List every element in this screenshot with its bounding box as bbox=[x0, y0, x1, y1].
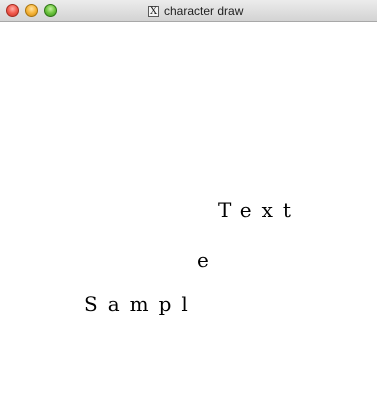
zoom-button[interactable] bbox=[44, 4, 57, 17]
drawing-canvas[interactable]: Text e Sampl bbox=[0, 22, 377, 403]
x11-icon: X bbox=[148, 5, 159, 17]
drawn-text-line: Text bbox=[218, 198, 301, 222]
window-title-text: character draw bbox=[164, 4, 244, 18]
window-title: X character draw bbox=[148, 3, 243, 19]
minimize-icon bbox=[26, 5, 39, 18]
zoom-icon bbox=[45, 5, 58, 18]
title-bar[interactable]: X character draw bbox=[0, 0, 377, 22]
drawn-text-line: e bbox=[197, 248, 219, 272]
minimize-button[interactable] bbox=[25, 4, 38, 17]
drawn-text-line: Sampl bbox=[84, 292, 198, 316]
close-button[interactable] bbox=[6, 4, 19, 17]
app-window: X character draw Text e Sampl bbox=[0, 0, 377, 403]
close-icon bbox=[7, 5, 20, 18]
